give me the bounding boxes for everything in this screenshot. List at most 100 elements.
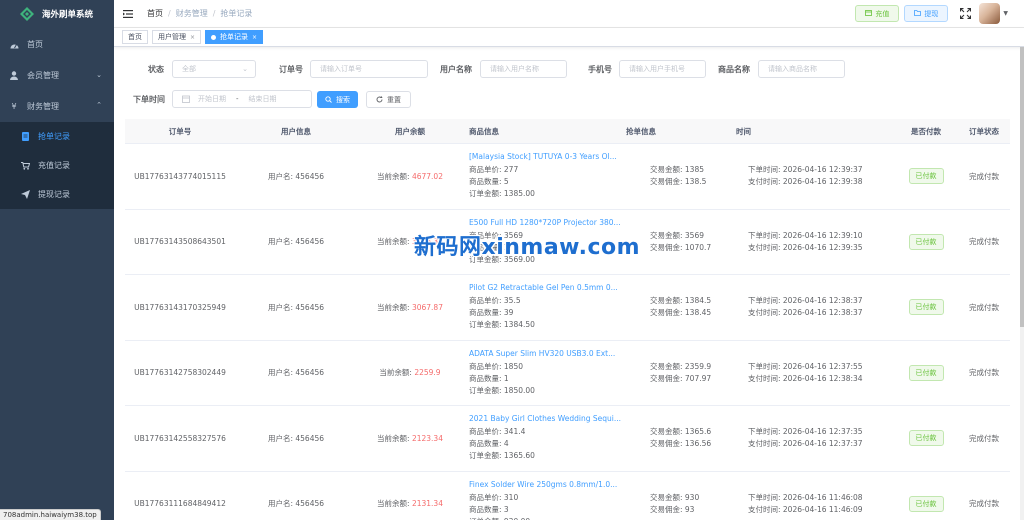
time-cell: 下单时间: 2026-04-16 12:39:37 支付时间: 2026-04-… bbox=[736, 164, 894, 188]
trade-commission: 交易佣金: 138.45 bbox=[650, 308, 712, 318]
trade-cell: 交易金额: 1385 交易佣金: 138.5 bbox=[626, 164, 736, 188]
order-records-table: 订单号 用户信息 用户余额 商品信息 抢单信息 时间 是否付款 订单状态 UB1… bbox=[125, 119, 1010, 520]
unit-price: 商品单价: 341.4 bbox=[469, 427, 526, 437]
phone-input[interactable]: 请输入用户手机号 bbox=[619, 60, 706, 78]
trade-amount: 交易金额: 1385 bbox=[650, 165, 704, 175]
paid-cell: 已付款 bbox=[894, 233, 958, 250]
balance-label: 当前余额: bbox=[377, 302, 410, 312]
table-row: UB17763143774015115 用户名: 456456 当前余额: 46… bbox=[125, 144, 1010, 210]
withdraw-label: 提现 bbox=[924, 9, 939, 18]
page-scrollbar[interactable] bbox=[1020, 47, 1024, 520]
balance-label: 当前余额: bbox=[379, 368, 412, 378]
order-total: 订单金额: 1850.00 bbox=[469, 385, 535, 395]
trade-cell: 交易金额: 2359.9 交易佣金: 707.97 bbox=[626, 361, 736, 385]
caret-down-icon[interactable]: ▼ bbox=[1003, 10, 1008, 17]
product-link[interactable]: 2021 Baby Girl Clothes Wedding Sequi... bbox=[469, 414, 621, 423]
tag-label: 抢单记录 bbox=[220, 33, 249, 41]
trade-amount: 交易金额: 2359.9 bbox=[650, 361, 712, 371]
reset-button[interactable]: 重置 bbox=[366, 91, 411, 108]
sidebar-item-finance[interactable]: ¥ 财务管理 ⌃ bbox=[0, 91, 114, 122]
table-row: UB17763111684849412 用户名: 456456 当前余额: 21… bbox=[125, 472, 1010, 520]
recharge-button[interactable]: 充值 bbox=[855, 5, 900, 22]
search-icon bbox=[325, 96, 332, 103]
sidebar-item-home[interactable]: 首页 bbox=[0, 29, 114, 60]
order-no-input[interactable]: 请输入订单号 bbox=[310, 60, 428, 78]
scrollbar-thumb[interactable] bbox=[1020, 47, 1024, 327]
col-header-user: 用户信息 bbox=[281, 126, 311, 136]
chevron-up-icon: ⌃ bbox=[96, 101, 102, 109]
product-link[interactable]: E500 Full HD 1280*720P Projector 380... bbox=[469, 218, 621, 227]
user-cell: 用户名: 456456 bbox=[267, 499, 325, 509]
tag-label: 用户管理 bbox=[158, 33, 186, 41]
col-header-product: 商品信息 bbox=[469, 126, 499, 136]
tag-order-records[interactable]: 抢单记录 × bbox=[205, 30, 264, 44]
start-date-placeholder: 开始日期 bbox=[198, 95, 226, 103]
balance-cell: 当前余额: 2123.34 bbox=[357, 433, 463, 444]
product-link[interactable]: Pilot G2 Retractable Gel Pen 0.5mm 0... bbox=[469, 283, 621, 292]
withdraw-button[interactable]: 提现 bbox=[904, 5, 949, 22]
product-link[interactable]: ADATA Super Slim HV320 USB3.0 Ext... bbox=[469, 349, 621, 358]
fullscreen-icon[interactable] bbox=[960, 8, 972, 19]
order-time: 下单时间: 2026-04-16 12:39:37 bbox=[748, 165, 863, 175]
order-no-placeholder: 请输入订单号 bbox=[320, 65, 362, 73]
tag-home[interactable]: 首页 bbox=[122, 30, 148, 44]
product-link[interactable]: [Malaysia Stock] TUTUYA 0-3 Years Ol... bbox=[469, 152, 621, 161]
time-cell: 下单时间: 2026-04-16 12:38:37 支付时间: 2026-04-… bbox=[736, 295, 894, 319]
close-icon[interactable]: × bbox=[252, 34, 257, 41]
trade-commission: 交易佣金: 707.97 bbox=[650, 373, 712, 383]
search-label: 搜索 bbox=[336, 95, 350, 104]
app-logo[interactable]: 海外刷单系统 bbox=[0, 0, 114, 28]
user-icon bbox=[9, 71, 19, 80]
hamburger-icon[interactable] bbox=[123, 9, 133, 19]
product-name-input[interactable]: 请输入商品名称 bbox=[758, 60, 845, 78]
breadcrumb-separator: / bbox=[168, 9, 171, 18]
status-select[interactable]: 全部 ⌄ bbox=[172, 60, 256, 78]
time-cell: 下单时间: 2026-04-16 12:39:10 支付时间: 2026-04-… bbox=[736, 230, 894, 254]
sidebar-item-withdraw-records[interactable]: 提现记录 bbox=[0, 180, 114, 209]
order-no-cell: UB17763142758302449 bbox=[134, 368, 226, 378]
balance-value: 2131.34 bbox=[411, 499, 443, 509]
user-cell: 用户名: 456456 bbox=[267, 433, 325, 443]
order-no-cell: UB17763142558327576 bbox=[134, 433, 226, 443]
sidebar-item-recharge-records[interactable]: 充值记录 bbox=[0, 151, 114, 180]
table-body: UB17763143774015115 用户名: 456456 当前余额: 46… bbox=[125, 144, 1010, 520]
username-placeholder: 请输入用户名称 bbox=[490, 65, 539, 73]
date-range-picker[interactable]: 开始日期 - 结束日期 bbox=[172, 90, 312, 108]
search-button[interactable]: 搜索 bbox=[317, 91, 358, 108]
balance-cell: 当前余额: 4677.02 bbox=[357, 171, 463, 182]
send-icon bbox=[20, 190, 30, 199]
username-input[interactable]: 请输入用户名称 bbox=[480, 60, 567, 78]
paid-cell: 已付款 bbox=[894, 364, 958, 381]
order-total: 订单金额: 930.00 bbox=[469, 516, 626, 520]
close-icon[interactable]: × bbox=[190, 34, 195, 41]
trade-commission: 交易佣金: 93 bbox=[650, 504, 695, 514]
order-time: 下单时间: 2026-04-16 11:46:08 bbox=[748, 492, 863, 502]
product-link[interactable]: Finex Solder Wire 250gms 0.8mm/1.0... bbox=[469, 480, 621, 489]
breadcrumb-finance: 财务管理 bbox=[175, 9, 208, 18]
product-cell: ADATA Super Slim HV320 USB3.0 Ext... 商品单… bbox=[463, 349, 626, 397]
quantity: 商品数量: 5 bbox=[469, 177, 509, 187]
trade-cell: 交易金额: 930 交易佣金: 93 bbox=[626, 492, 736, 516]
sidebar-item-label: 抢单记录 bbox=[38, 132, 70, 141]
sidebar-item-members[interactable]: 会员管理 ⌄ bbox=[0, 60, 114, 91]
unit-price: 商品单价: 310 bbox=[469, 492, 519, 502]
tag-user-management[interactable]: 用户管理 × bbox=[152, 30, 202, 44]
quantity: 商品数量: 39 bbox=[469, 308, 514, 318]
quantity: 商品数量: 3 bbox=[469, 504, 509, 514]
sidebar-item-order-records[interactable]: 抢单记录 bbox=[0, 122, 114, 151]
tag-label: 首页 bbox=[128, 33, 142, 41]
status-url: 708admin.haiwaiym38.top bbox=[0, 509, 101, 520]
avatar[interactable] bbox=[979, 3, 1001, 24]
pay-time: 支付时间: 2026-04-16 12:38:37 bbox=[748, 308, 863, 318]
quantity: 商品数量: 1 bbox=[469, 373, 509, 383]
unit-price: 商品单价: 277 bbox=[469, 165, 519, 175]
yen-icon: ¥ bbox=[11, 102, 17, 111]
refresh-icon bbox=[376, 96, 383, 103]
trade-commission: 交易佣金: 1070.7 bbox=[650, 242, 712, 252]
order-time: 下单时间: 2026-04-16 12:37:35 bbox=[748, 427, 863, 437]
trade-cell: 交易金额: 1365.6 交易佣金: 136.56 bbox=[626, 426, 736, 450]
filter-form: 状态 全部 ⌄ 订单号 请输入订单号 用户名称 请输入用户名称 手机号 请输入用… bbox=[114, 47, 1024, 117]
breadcrumb-home[interactable]: 首页 bbox=[147, 8, 163, 19]
order-time-label: 下单时间 bbox=[133, 95, 165, 104]
pay-time: 支付时间: 2026-04-16 12:37:37 bbox=[748, 439, 863, 449]
